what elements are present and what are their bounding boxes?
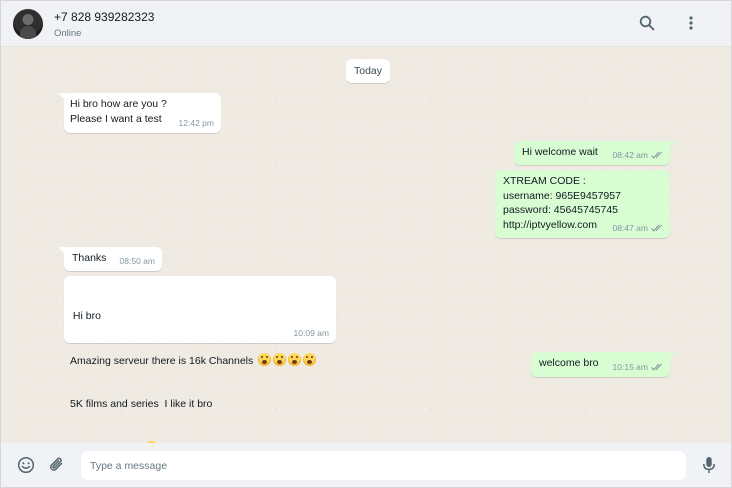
more-vertical-icon[interactable] (681, 13, 701, 33)
message-time: 08:42 am (613, 148, 664, 163)
double-check-icon (651, 224, 662, 232)
message-time: 10:09 am (293, 327, 329, 338)
message-text: Hi welcome wait (522, 146, 598, 158)
message-text: welcome bro (539, 357, 599, 369)
smile-icon[interactable] (16, 455, 36, 475)
message-text: Hi bro how are you ? Please I want a tes… (70, 98, 167, 125)
message-bubble-outgoing[interactable]: XTREAM CODE : username: 965E9457957 pass… (495, 170, 670, 238)
message-bubble-incoming[interactable]: Thanks 08:50 am (58, 247, 162, 271)
message-line: 5K films and series I like it bro (70, 398, 213, 410)
message-bubble-outgoing[interactable]: Hi welcome wait 08:42 am (514, 141, 676, 165)
double-check-icon (651, 151, 662, 159)
message-time: 12:42 pm (178, 117, 214, 128)
chat-window: +7 828 939282323 Online Today Hi bro how… (0, 0, 732, 488)
message-text: Thanks (72, 252, 107, 264)
contact-name[interactable]: +7 828 939282323 (54, 10, 154, 24)
chat-header: +7 828 939282323 Online (1, 1, 731, 47)
message-bubble-outgoing[interactable]: welcome bro 10:15 am (531, 352, 676, 377)
astonished-face-icon (273, 352, 287, 366)
message-time: 08:50 am (119, 255, 155, 266)
date-separator: Today (346, 59, 391, 83)
message-bubble-incoming[interactable]: Hi bro how are you ? Please I want a tes… (58, 93, 221, 133)
message-time: 08:47 am (613, 221, 664, 236)
astonished-face-icon (303, 352, 317, 366)
contact-avatar[interactable] (13, 9, 43, 39)
composer-bar (1, 443, 731, 487)
message-line: Amazing serveur there is 16k Channels (70, 352, 317, 369)
mic-icon[interactable] (699, 455, 719, 475)
message-time: 10:15 am (613, 360, 664, 375)
double-check-icon (651, 363, 662, 371)
message-input[interactable] (81, 451, 686, 480)
message-line: Hi bro (72, 310, 101, 322)
contact-status: Online (54, 28, 82, 39)
astonished-face-icon (258, 352, 272, 366)
message-bubble-incoming[interactable]: Hi bro Amazing serveur there is 16k Chan… (64, 276, 336, 455)
astonished-face-icon (288, 352, 302, 366)
search-icon[interactable] (637, 13, 657, 33)
paperclip-icon[interactable] (47, 455, 67, 475)
message-text: XTREAM CODE : username: 965E9457957 pass… (503, 175, 621, 231)
message-list[interactable]: Today Hi bro how are you ? Please I want… (1, 47, 731, 455)
